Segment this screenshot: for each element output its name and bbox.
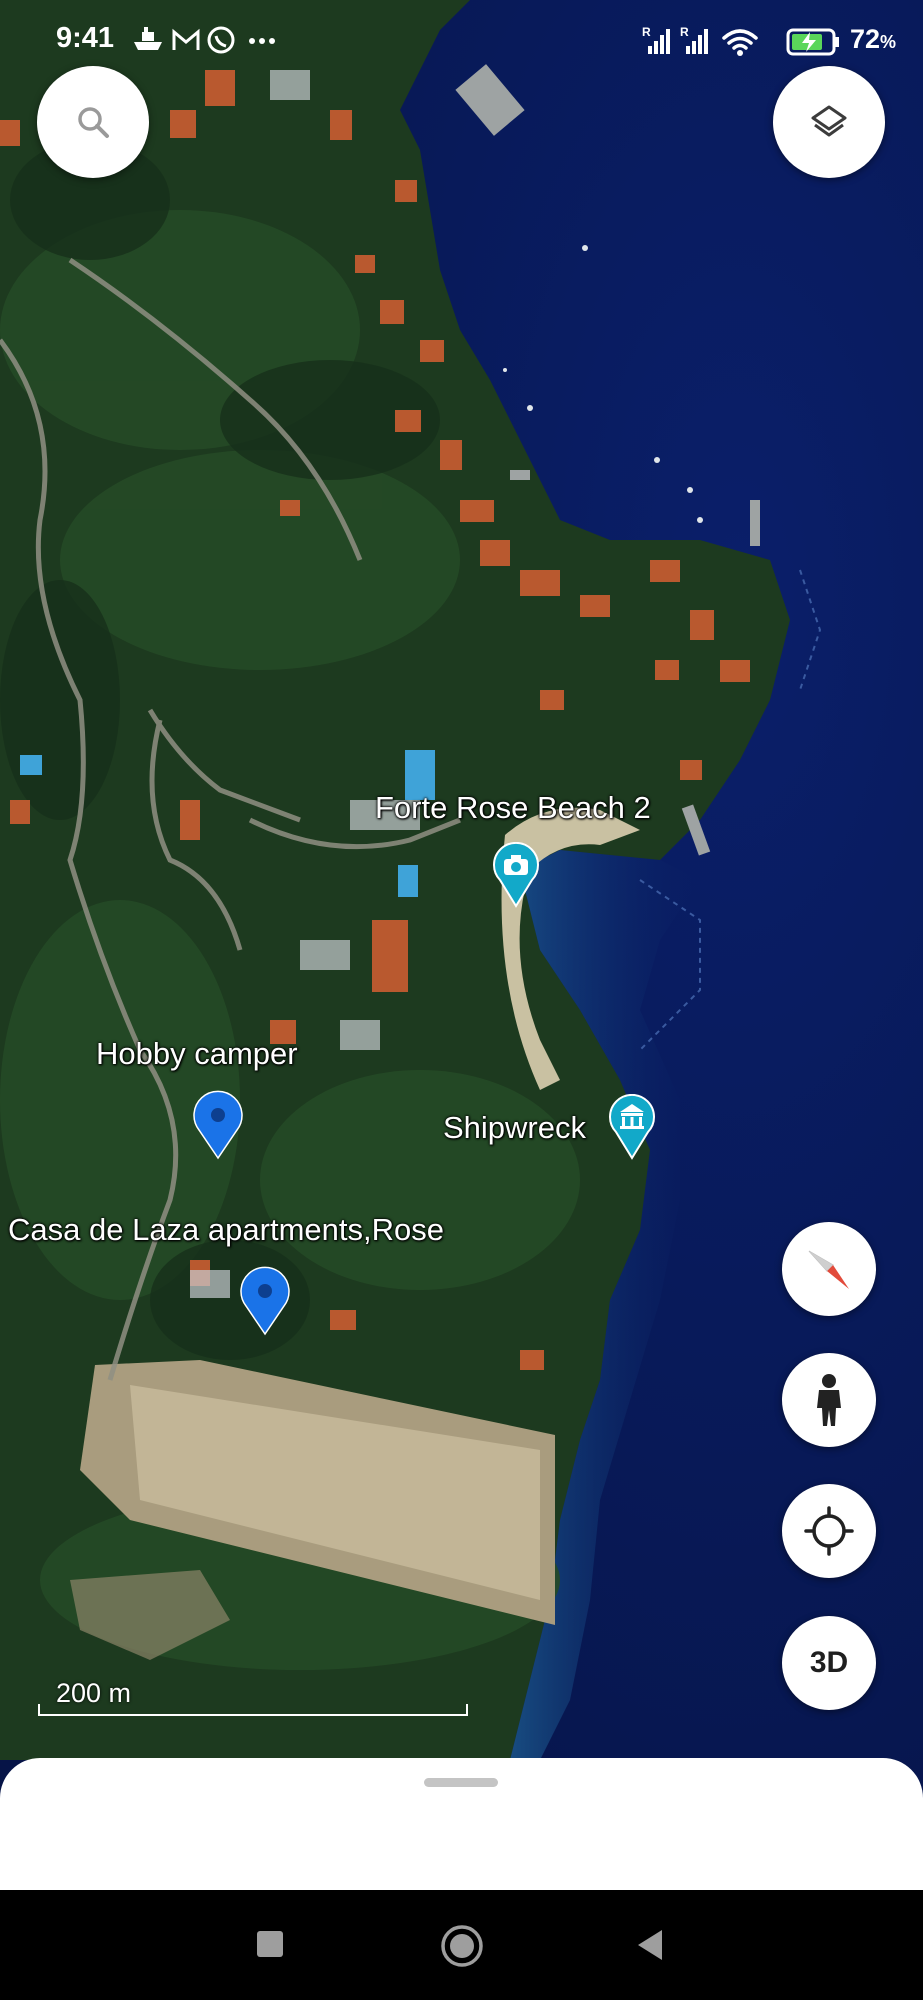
- place-label-forte-rose-beach[interactable]: Forte Rose Beach 2: [375, 790, 651, 826]
- layers-button[interactable]: [773, 66, 885, 178]
- status-time: 9:41: [56, 22, 115, 54]
- notification-icons: [134, 26, 275, 54]
- battery-percent: 72%: [850, 24, 897, 54]
- gmail-icon: [172, 28, 200, 50]
- recents-icon[interactable]: [256, 1930, 284, 1958]
- 3d-button[interactable]: 3D: [782, 1616, 876, 1710]
- compass-button[interactable]: [782, 1222, 876, 1316]
- my-location-button[interactable]: [782, 1484, 876, 1578]
- search-icon: [78, 107, 109, 138]
- battery-charging-icon: [786, 28, 839, 56]
- satellite-map[interactable]: [0, 0, 923, 2000]
- place-label-hobby-camper[interactable]: Hobby camper: [96, 1036, 298, 1072]
- wifi-icon: [722, 29, 758, 50]
- camera-icon[interactable]: [492, 842, 540, 908]
- compass-icon: [808, 1250, 849, 1289]
- signal-icon: [648, 29, 670, 54]
- signal-1-label: R: [642, 25, 651, 39]
- 3d-label: 3D: [809, 1646, 849, 1679]
- place-label-casa-de-laza[interactable]: Casa de Laza apartments,Rose: [8, 1212, 444, 1248]
- more-icon: [249, 38, 275, 44]
- signal-2-label: R: [680, 25, 689, 39]
- bottom-sheet[interactable]: [0, 1758, 923, 1900]
- home-icon[interactable]: [440, 1924, 484, 1968]
- map-pin-icon[interactable]: [237, 1264, 293, 1336]
- drag-handle[interactable]: [424, 1778, 498, 1787]
- layers-icon: [811, 105, 847, 137]
- search-button[interactable]: [37, 66, 149, 178]
- back-icon[interactable]: [634, 1928, 664, 1962]
- map-pin-icon[interactable]: [190, 1088, 246, 1160]
- place-label-shipwreck[interactable]: Shipwreck: [443, 1110, 586, 1146]
- museum-icon[interactable]: [608, 1094, 656, 1160]
- scale-bar: [38, 1704, 468, 1716]
- system-icons: R R: [642, 25, 839, 56]
- signal-icon: [686, 29, 708, 54]
- my-location-icon: [804, 1506, 854, 1556]
- boat-icon: [134, 27, 162, 50]
- status-bar: 9:41 R R 72%: [0, 0, 923, 80]
- navigation-bar: [0, 1890, 923, 2000]
- viber-icon: [207, 26, 235, 54]
- street-view-button[interactable]: [782, 1353, 876, 1447]
- pegman-icon: [817, 1374, 841, 1426]
